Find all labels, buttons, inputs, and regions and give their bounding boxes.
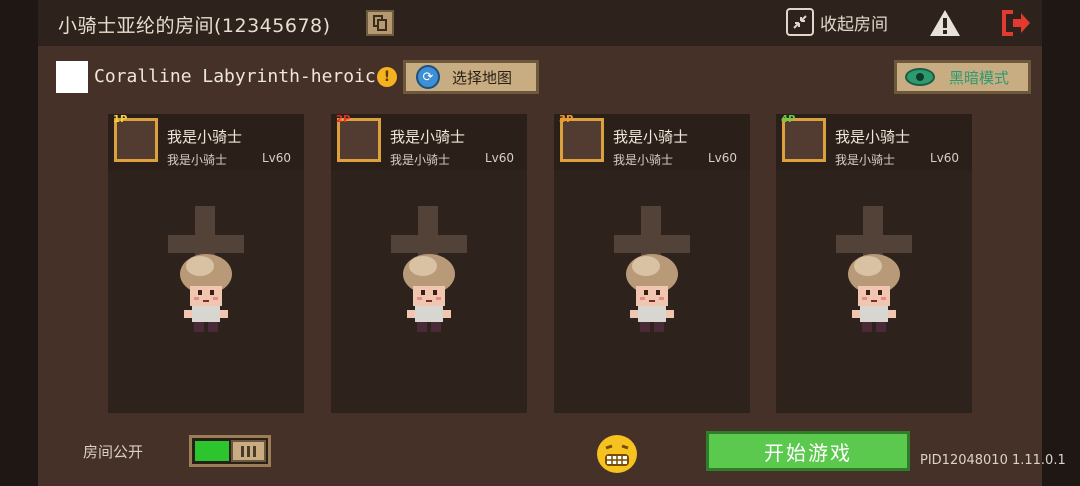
player-slot-3[interactable]: 3P 我是小骑士 我是小骑士 Lv60 <box>554 114 750 413</box>
copy-icon <box>373 15 387 31</box>
eye-icon <box>905 68 935 86</box>
cross-icon-bar <box>614 235 690 253</box>
map-warning-icon[interactable]: ! <box>377 67 397 87</box>
map-checkbox[interactable] <box>56 61 88 93</box>
cross-icon-bar <box>168 235 244 253</box>
collapse-room-button[interactable]: 收起房间 <box>786 8 888 36</box>
exit-icon <box>1002 10 1030 36</box>
player-subname: 我是小骑士 <box>167 153 228 167</box>
start-game-button[interactable]: 开始游戏 <box>706 431 910 471</box>
player-slot-1[interactable]: 1P 我是小骑士 我是小骑士 Lv60 <box>108 114 304 413</box>
toggle-knob[interactable] <box>231 440 266 462</box>
cross-icon-bar <box>391 235 467 253</box>
pid-version-label: PID12048010 1.11.0.1 <box>920 453 1066 468</box>
player-name: 我是小骑士 <box>835 128 911 146</box>
player-level: Lv60 <box>930 151 960 165</box>
player-avatar: 3P <box>559 114 604 162</box>
copy-room-id-button[interactable] <box>366 10 394 36</box>
player-level: Lv60 <box>485 151 515 165</box>
player-header: 1P 我是小骑士 我是小骑士 Lv60 <box>108 114 304 170</box>
select-map-button[interactable]: ⟳ 选择地图 <box>403 60 539 94</box>
knight-character <box>848 254 900 332</box>
map-name: Coralline Labyrinth-heroic <box>94 66 376 87</box>
player-avatar: 2P <box>336 114 381 162</box>
player-header: 4P 我是小骑士 我是小骑士 Lv60 <box>776 114 972 170</box>
player-badge: 2P <box>336 114 351 125</box>
player-avatar: 1P <box>113 114 158 162</box>
select-map-label: 选择地图 <box>452 68 513 87</box>
emoji-grin-icon <box>597 435 637 473</box>
player-header: 2P 我是小骑士 我是小骑士 Lv60 <box>331 114 527 170</box>
player-slot-4[interactable]: 4P 我是小骑士 我是小骑士 Lv60 <box>776 114 972 413</box>
room-public-toggle[interactable] <box>189 435 271 467</box>
player-header: 3P 我是小骑士 我是小骑士 Lv60 <box>554 114 750 170</box>
player-name: 我是小骑士 <box>613 128 689 146</box>
player-badge: 4P <box>781 114 796 125</box>
player-name: 我是小骑士 <box>390 128 466 146</box>
knight-character <box>626 254 678 332</box>
exit-room-button[interactable] <box>1001 9 1031 41</box>
player-badge: 1P <box>113 114 128 125</box>
player-subname: 我是小骑士 <box>835 153 896 167</box>
room-public-label: 房间公开 <box>83 443 144 461</box>
cross-icon-bar <box>836 235 912 253</box>
player-level: Lv60 <box>262 151 292 165</box>
player-badge: 3P <box>559 114 574 125</box>
player-subname: 我是小骑士 <box>390 153 451 167</box>
dark-mode-label: 黑暗模式 <box>949 68 1010 87</box>
toggle-on-indicator <box>195 441 229 461</box>
refresh-icon: ⟳ <box>416 65 440 89</box>
emoji-button[interactable] <box>596 434 638 478</box>
knight-character <box>180 254 232 332</box>
report-button[interactable] <box>929 9 961 41</box>
collapse-icon <box>786 8 814 36</box>
player-name: 我是小骑士 <box>167 128 243 146</box>
dark-mode-button[interactable]: 黑暗模式 <box>894 60 1031 94</box>
player-subname: 我是小骑士 <box>613 153 674 167</box>
room-title: 小骑士亚纶的房间(12345678) <box>58 15 331 37</box>
collapse-room-label: 收起房间 <box>820 14 888 35</box>
player-level: Lv60 <box>708 151 738 165</box>
player-slot-2[interactable]: 2P 我是小骑士 我是小骑士 Lv60 <box>331 114 527 413</box>
knight-character <box>403 254 455 332</box>
warning-icon <box>930 10 960 36</box>
player-avatar: 4P <box>781 114 826 162</box>
